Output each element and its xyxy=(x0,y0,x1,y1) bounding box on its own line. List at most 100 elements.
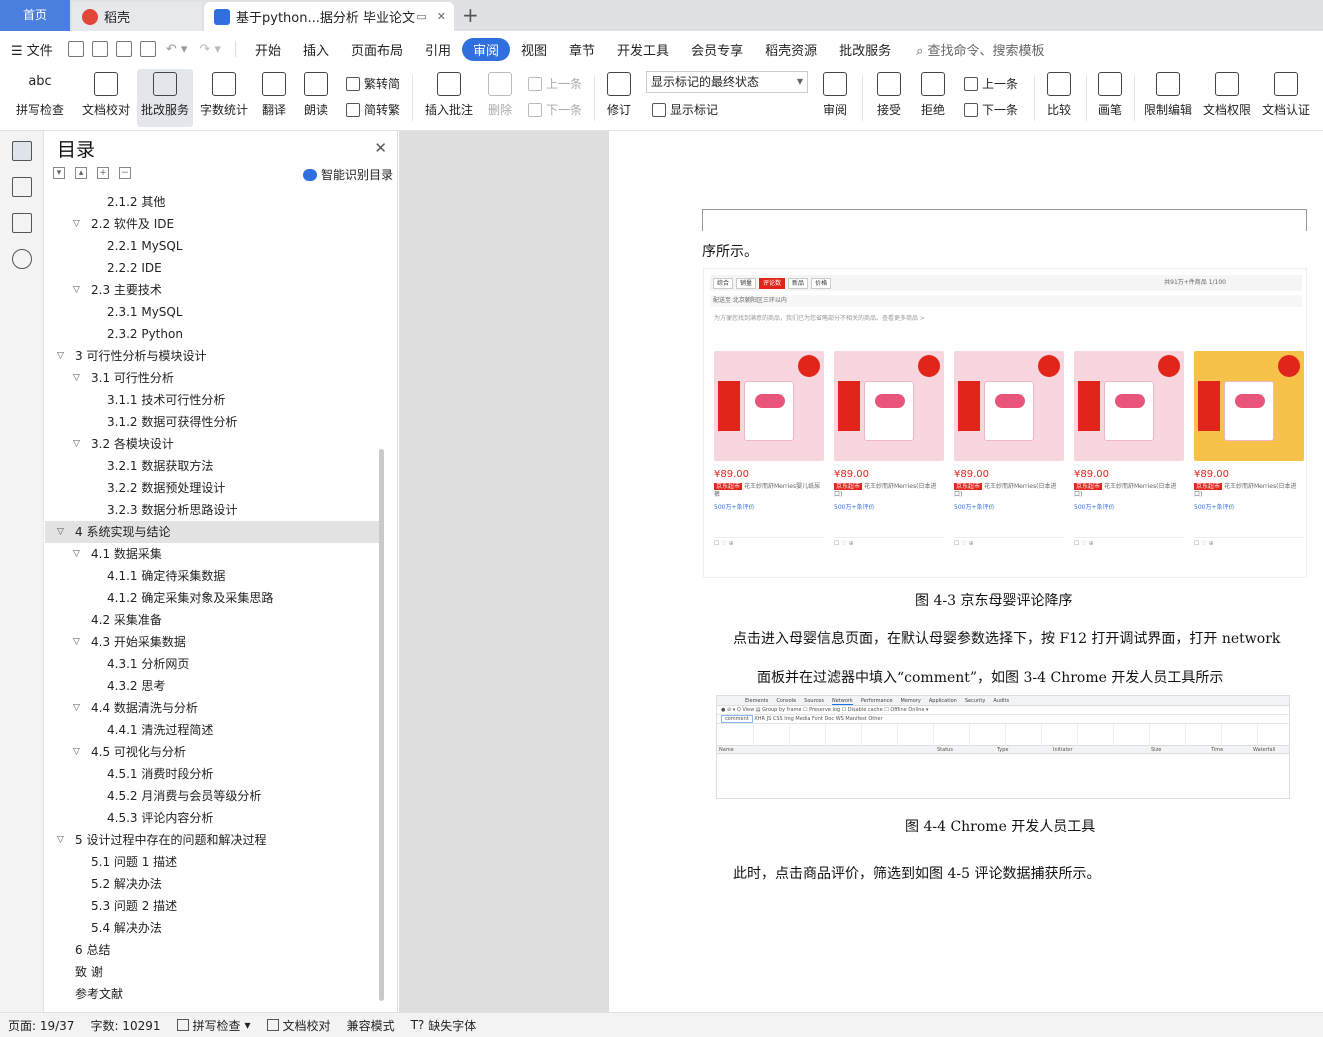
undo-icon[interactable]: ↶ ▾ xyxy=(166,42,188,57)
toc-item[interactable]: 致 谢 xyxy=(45,961,379,983)
menu-item-7[interactable]: 开发工具 xyxy=(606,40,680,59)
command-search[interactable]: ⌕ 查找命令、搜索模板 xyxy=(916,40,1044,59)
doc-certify-button[interactable]: 文档认证 xyxy=(1258,69,1314,127)
toc-item[interactable]: ▽ 5 设计过程中存在的问题和解决过程 xyxy=(45,829,379,851)
toc-item[interactable]: 4.2 采集准备 xyxy=(45,609,379,631)
menu-item-2[interactable]: 页面布局 xyxy=(340,40,414,59)
menu-item-4[interactable]: 审阅 xyxy=(462,37,511,61)
proofread-toggle[interactable]: 文档校对 xyxy=(259,1017,339,1034)
chevron-down-icon[interactable]: ▽ xyxy=(57,345,64,367)
preview-icon[interactable] xyxy=(139,41,156,57)
doc-permission-button[interactable]: 文档权限 xyxy=(1200,69,1254,127)
tab-document[interactable]: 基于python...据分析 毕业论文 ▭ ✕ xyxy=(204,2,454,31)
new-tab-button[interactable]: + xyxy=(462,3,479,27)
close-icon[interactable]: ✕ xyxy=(437,10,446,23)
toc-item[interactable]: ▽ 4.1 数据采集 xyxy=(45,543,379,565)
toc-item[interactable]: ▽ 3.2 各模块设计 xyxy=(45,433,379,455)
compare-button[interactable]: 比较 xyxy=(1040,69,1078,127)
chevron-down-icon[interactable]: ▽ xyxy=(73,631,80,653)
chevron-down-icon[interactable]: ▽ xyxy=(73,741,80,763)
expand-all-icon[interactable]: ▴ xyxy=(75,167,87,179)
menu-item-10[interactable]: 批改服务 xyxy=(828,40,902,59)
toc-item[interactable]: 4.5.1 消费时段分析 xyxy=(45,763,379,785)
chevron-down-icon[interactable]: ▽ xyxy=(73,543,80,565)
toc-item[interactable]: ▽ 4.4 数据清洗与分析 xyxy=(45,697,379,719)
menu-item-5[interactable]: 视图 xyxy=(510,40,558,59)
spell-check-toggle[interactable]: 拼写检查 ▾ xyxy=(169,1017,259,1034)
delete-comment-button[interactable]: 删除 xyxy=(482,69,518,127)
toc-item[interactable]: 3.2.1 数据获取方法 xyxy=(45,455,379,477)
tab-docer[interactable]: 稻壳 xyxy=(72,2,202,31)
insert-comment-button[interactable]: 插入批注 xyxy=(420,69,478,127)
pen-button[interactable]: 画笔 xyxy=(1092,69,1128,127)
toc-item[interactable]: 5.1 问题 1 描述 xyxy=(45,851,379,873)
document-page[interactable]: 序所示。 综合 销量 评论数 新品 价格 共91万+件商品 1/100 配送至 北京朝阳… xyxy=(609,131,1323,1012)
translate-button[interactable]: 翻译 xyxy=(256,69,292,127)
redo-icon[interactable]: ↷ ▾ xyxy=(199,42,221,57)
toc-item[interactable]: 2.3.2 Python xyxy=(45,323,379,345)
close-icon[interactable]: ✕ xyxy=(374,139,387,157)
print-icon[interactable] xyxy=(115,41,132,57)
spell-check-button[interactable]: abc 拼写检查 xyxy=(10,69,70,127)
read-aloud-button[interactable]: 朗读 xyxy=(298,69,334,127)
markup-display-select[interactable]: 显示标记的最终状态 ▼ xyxy=(646,71,808,93)
chevron-down-icon[interactable]: ▽ xyxy=(73,367,80,389)
word-count-indicator[interactable]: 字数: 10291 xyxy=(82,1017,168,1034)
chevron-down-icon[interactable]: ▽ xyxy=(73,213,80,235)
show-markup-button[interactable]: 显示标记 xyxy=(652,101,718,118)
chevron-down-icon[interactable]: ▽ xyxy=(57,829,64,851)
chevron-down-icon[interactable]: ▽ xyxy=(73,279,80,301)
toc-item[interactable]: 4.5.3 评论内容分析 xyxy=(45,807,379,829)
toc-item[interactable]: 4.4.1 清洗过程简述 xyxy=(45,719,379,741)
track-changes-button[interactable]: 修订 xyxy=(600,69,638,127)
trad-to-simp-button[interactable]: 繁转简 xyxy=(346,75,400,92)
toc-item[interactable]: 4.1.2 确定采集对象及采集思路 xyxy=(45,587,379,609)
monitor-icon[interactable]: ▭ xyxy=(416,10,426,23)
smart-toc-button[interactable]: 智能识别目录 xyxy=(302,166,393,183)
toc-item[interactable]: ▽ 3.1 可行性分析 xyxy=(45,367,379,389)
toc-item[interactable]: 参考文献 xyxy=(45,983,379,1005)
simp-to-trad-button[interactable]: 简转繁 xyxy=(346,101,400,118)
prev-comment-button[interactable]: 上一条 xyxy=(528,75,582,92)
toc-item[interactable]: 4.3.1 分析网页 xyxy=(45,653,379,675)
toc-item[interactable]: 2.3.1 MySQL xyxy=(45,301,379,323)
menu-item-3[interactable]: 引用 xyxy=(414,40,462,59)
save-icon[interactable] xyxy=(67,41,84,57)
toc-item[interactable]: ▽ 4.3 开始采集数据 xyxy=(45,631,379,653)
toc-item[interactable]: 3.2.2 数据预处理设计 xyxy=(45,477,379,499)
accept-button[interactable]: 接受 xyxy=(870,69,908,127)
navigation-icon[interactable] xyxy=(12,177,32,197)
page-indicator[interactable]: 页面: 19/37 xyxy=(0,1017,82,1034)
toc-item[interactable]: 4.3.2 思考 xyxy=(45,675,379,697)
chevron-down-icon[interactable]: ▽ xyxy=(73,433,80,455)
toc-item[interactable]: ▽ 2.3 主要技术 xyxy=(45,279,379,301)
toc-item[interactable]: ▽ 3 可行性分析与模块设计 xyxy=(45,345,379,367)
menu-item-6[interactable]: 章节 xyxy=(558,40,606,59)
proofread-button[interactable]: 文档校对 xyxy=(78,69,134,127)
remove-heading-icon[interactable]: − xyxy=(119,167,131,179)
toc-item[interactable]: 6 总结 xyxy=(45,939,379,961)
chevron-down-icon[interactable]: ▽ xyxy=(57,521,64,543)
toc-item[interactable]: 5.4 解决办法 xyxy=(45,917,379,939)
collapse-all-icon[interactable]: ▾ xyxy=(53,167,65,179)
toc-scrollbar[interactable] xyxy=(379,449,384,1001)
add-heading-icon[interactable]: + xyxy=(97,167,109,179)
toc-item[interactable]: 5.3 问题 2 描述 xyxy=(45,895,379,917)
toc-item[interactable]: ▽ 4.5 可视化与分析 xyxy=(45,741,379,763)
restrict-editing-button[interactable]: 限制编辑 xyxy=(1140,69,1196,127)
menu-item-9[interactable]: 稻壳资源 xyxy=(754,40,828,59)
missing-font-button[interactable]: T? 缺失字体 xyxy=(403,1017,485,1034)
toc-item[interactable]: 2.2.2 IDE xyxy=(45,257,379,279)
review-pane-button[interactable]: 审阅 xyxy=(816,69,854,127)
chevron-down-icon[interactable]: ▽ xyxy=(73,697,80,719)
menu-file[interactable]: ☰ 文件 xyxy=(0,40,64,59)
search-icon[interactable] xyxy=(12,249,32,269)
tab-home[interactable]: 首页 xyxy=(0,0,70,31)
menu-item-1[interactable]: 插入 xyxy=(292,40,340,59)
correction-service-button[interactable]: 批改服务 xyxy=(137,69,193,127)
toc-item[interactable]: 3.1.1 技术可行性分析 xyxy=(45,389,379,411)
toc-item[interactable]: 5.2 解决办法 xyxy=(45,873,379,895)
bookmark-icon[interactable] xyxy=(12,213,32,233)
word-count-button[interactable]: 字数统计 xyxy=(198,69,250,127)
reject-button[interactable]: 拒绝 xyxy=(914,69,952,127)
